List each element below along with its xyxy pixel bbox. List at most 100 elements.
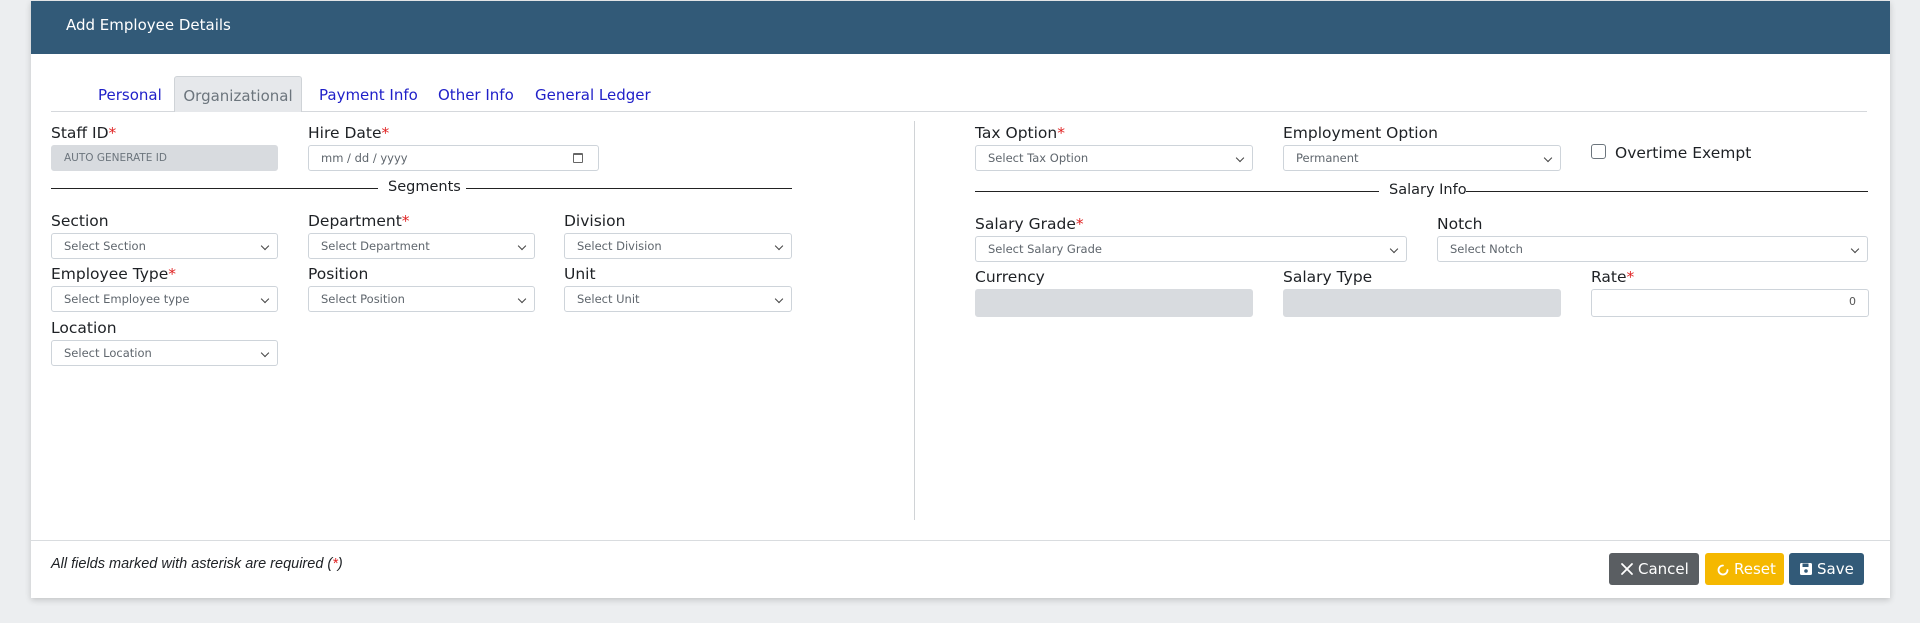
- currency-label: Currency: [975, 268, 1045, 286]
- notch-label: Notch: [1437, 215, 1483, 233]
- position-label: Position: [308, 265, 369, 283]
- staff-id-label-text: Staff ID: [51, 124, 109, 142]
- chevron-down-icon: [1543, 153, 1553, 163]
- reset-button-label: Reset: [1734, 560, 1776, 578]
- employee-type-select[interactable]: Select Employee type: [51, 286, 278, 312]
- required-marker: *: [381, 124, 390, 142]
- chevron-down-icon: [260, 241, 270, 251]
- column-divider: [914, 121, 915, 520]
- unit-label: Unit: [564, 265, 596, 283]
- overtime-exempt-label[interactable]: Overtime Exempt: [1615, 144, 1751, 162]
- salary-type-label: Salary Type: [1283, 268, 1373, 286]
- location-label: Location: [51, 319, 117, 337]
- chevron-down-icon: [774, 294, 784, 304]
- notch-select[interactable]: Select Notch: [1437, 236, 1868, 262]
- segments-divider-left: [51, 188, 378, 189]
- chevron-down-icon: [517, 294, 527, 304]
- employment-option-label: Employment Option: [1283, 124, 1438, 142]
- required-marker: *: [1057, 124, 1065, 142]
- refresh-icon: [1717, 564, 1729, 576]
- salary-grade-label: Salary Grade*: [975, 215, 1084, 233]
- salary-grade-select-value: Select Salary Grade: [988, 242, 1102, 256]
- employee-type-label: Employee Type*: [51, 265, 176, 283]
- department-select[interactable]: Select Department: [308, 233, 535, 259]
- chevron-down-icon: [1850, 244, 1860, 254]
- tab-personal[interactable]: Personal: [98, 76, 162, 112]
- position-select-value: Select Position: [321, 292, 405, 306]
- section-select-value: Select Section: [64, 239, 146, 253]
- tab-bar: Personal Organizational Payment Info Oth…: [51, 76, 1867, 112]
- required-marker: *: [1075, 215, 1084, 233]
- staff-id-label: Staff ID*: [51, 124, 116, 142]
- salary-info-divider-left: [975, 191, 1379, 192]
- salary-info-heading: Salary Info: [1389, 182, 1467, 198]
- section-select[interactable]: Select Section: [51, 233, 278, 259]
- tax-option-select-value: Select Tax Option: [988, 151, 1089, 165]
- tab-general-ledger[interactable]: General Ledger: [535, 76, 651, 112]
- department-select-value: Select Department: [321, 239, 430, 253]
- currency-field: [975, 289, 1253, 317]
- reset-button[interactable]: Reset: [1705, 553, 1784, 585]
- save-button-label: Save: [1817, 560, 1854, 578]
- modal-title: Add Employee Details: [66, 16, 231, 34]
- section-label: Section: [51, 212, 109, 230]
- rate-label-text: Rate: [1591, 268, 1627, 286]
- unit-select-value: Select Unit: [577, 292, 640, 306]
- employment-option-select[interactable]: Permanent: [1283, 145, 1561, 171]
- unit-select[interactable]: Select Unit: [564, 286, 792, 312]
- division-label: Division: [564, 212, 626, 230]
- division-select-value: Select Division: [577, 239, 662, 253]
- save-button[interactable]: Save: [1789, 553, 1864, 585]
- cancel-button[interactable]: Cancel: [1609, 553, 1699, 585]
- employee-type-label-text: Employee Type: [51, 265, 169, 283]
- tax-option-label-text: Tax Option: [975, 124, 1058, 142]
- hire-date-label: Hire Date*: [308, 124, 389, 142]
- salary-grade-select[interactable]: Select Salary Grade: [975, 236, 1407, 262]
- tax-option-select[interactable]: Select Tax Option: [975, 145, 1253, 171]
- cancel-button-label: Cancel: [1638, 560, 1689, 578]
- rate-label: Rate*: [1591, 268, 1634, 286]
- employment-option-select-value: Permanent: [1296, 151, 1359, 165]
- location-select-value: Select Location: [64, 346, 152, 360]
- close-icon: [1621, 563, 1633, 575]
- position-select[interactable]: Select Position: [308, 286, 535, 312]
- segments-heading: Segments: [388, 179, 461, 195]
- add-employee-modal: Add Employee Details Personal Organizati…: [31, 1, 1890, 598]
- rate-input[interactable]: 0: [1591, 289, 1869, 317]
- hire-date-input[interactable]: mm / dd / yyyy: [308, 145, 599, 171]
- chevron-down-icon: [517, 241, 527, 251]
- chevron-down-icon: [774, 241, 784, 251]
- notch-select-value: Select Notch: [1450, 242, 1523, 256]
- required-fields-note: All fields marked with asterisk are requ…: [51, 556, 343, 572]
- modal-header: Add Employee Details: [31, 1, 1890, 54]
- footer-divider: [31, 540, 1890, 541]
- hire-date-placeholder: mm / dd / yyyy: [321, 151, 408, 165]
- staff-id-field: AUTO GENERATE ID: [51, 145, 278, 171]
- chevron-down-icon: [260, 294, 270, 304]
- chevron-down-icon: [1389, 244, 1399, 254]
- salary-type-field: [1283, 289, 1561, 317]
- employee-type-select-value: Select Employee type: [64, 292, 190, 306]
- required-marker: *: [1626, 268, 1635, 286]
- required-note-suffix: ): [337, 556, 343, 572]
- chevron-down-icon: [260, 348, 270, 358]
- hire-date-label-text: Hire Date: [308, 124, 382, 142]
- chevron-down-icon: [1235, 153, 1245, 163]
- required-marker: *: [168, 265, 177, 283]
- required-marker: *: [108, 124, 117, 142]
- floppy-disk-icon: [1800, 563, 1812, 575]
- required-marker: *: [401, 212, 410, 230]
- tab-payment-info[interactable]: Payment Info: [319, 76, 418, 112]
- tab-organizational[interactable]: Organizational: [174, 76, 302, 112]
- tab-other-info[interactable]: Other Info: [438, 76, 514, 112]
- department-label: Department*: [308, 212, 410, 230]
- rate-value: 0: [1849, 295, 1856, 308]
- division-select[interactable]: Select Division: [564, 233, 792, 259]
- required-note-text: All fields marked with asterisk are requ…: [51, 556, 333, 572]
- calendar-icon[interactable]: [573, 153, 583, 163]
- location-select[interactable]: Select Location: [51, 340, 278, 366]
- salary-info-divider-right: [1466, 191, 1868, 192]
- segments-divider-right: [466, 188, 792, 189]
- overtime-exempt-checkbox[interactable]: [1591, 144, 1606, 159]
- salary-grade-label-text: Salary Grade: [975, 215, 1076, 233]
